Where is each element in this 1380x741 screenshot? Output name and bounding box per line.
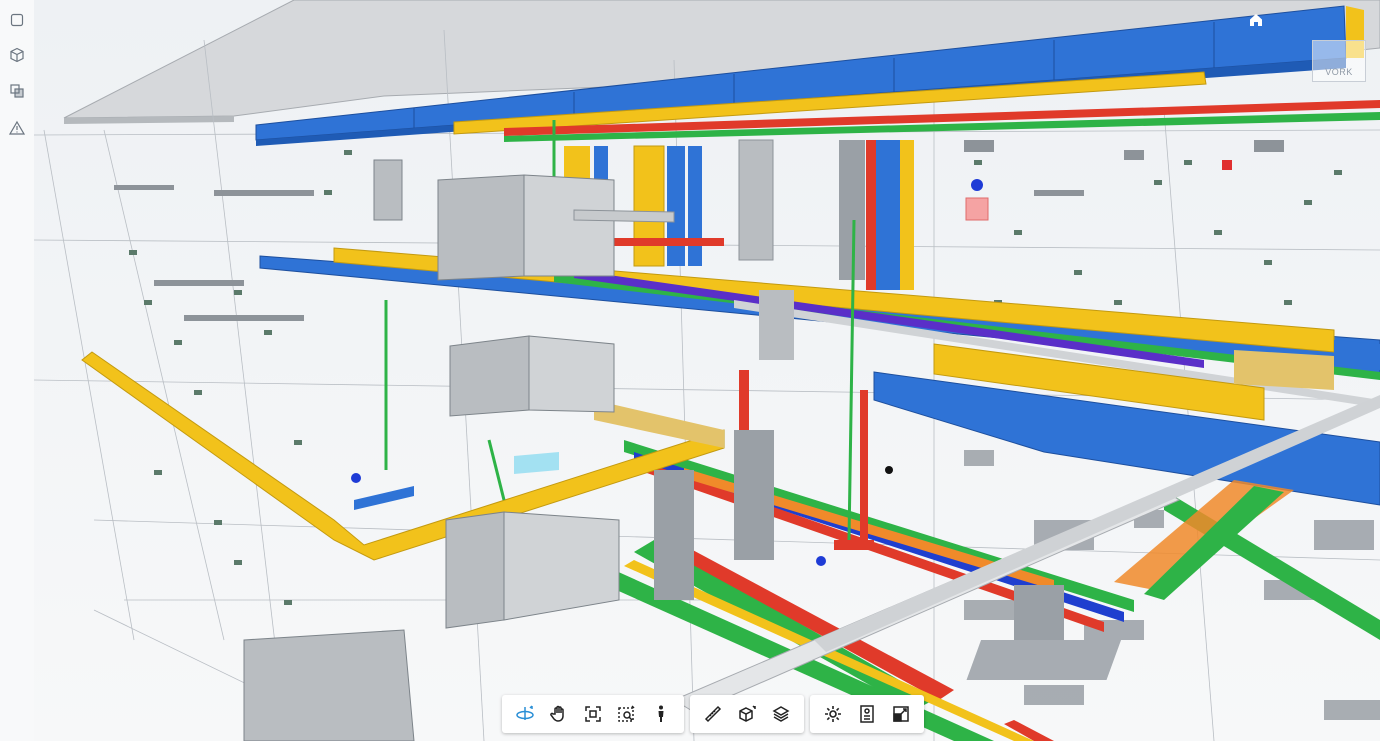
stacked-views-icon[interactable] (7, 81, 27, 101)
home-view-icon[interactable] (1248, 12, 1264, 28)
3d-model-viewport[interactable] (34, 0, 1380, 741)
view-settings-group (810, 695, 924, 733)
section-analysis-icon[interactable] (730, 697, 764, 731)
logo: VORK (1312, 40, 1366, 82)
orbit-icon[interactable] (508, 697, 542, 731)
properties-icon[interactable] (850, 697, 884, 731)
cyan-fitting (514, 452, 559, 474)
bottom-toolbar (502, 695, 924, 733)
left-cable-tray (81, 351, 725, 561)
fit-to-view-icon[interactable] (576, 697, 610, 731)
zoom-window-icon[interactable] (610, 697, 644, 731)
logo-text: VORK (1325, 67, 1353, 77)
settings-gear-icon[interactable] (816, 697, 850, 731)
section-cube-icon[interactable] (7, 45, 27, 65)
warning-triangle-icon[interactable] (7, 118, 27, 138)
measure-icon[interactable] (696, 697, 730, 731)
analysis-tools-group (690, 695, 804, 733)
left-toolbar (0, 0, 35, 741)
full-screen-icon[interactable] (884, 697, 918, 731)
cube-outline-icon[interactable] (7, 10, 27, 30)
pan-hand-icon[interactable] (542, 697, 576, 731)
layers-icon[interactable] (764, 697, 798, 731)
first-person-icon[interactable] (644, 697, 678, 731)
navigation-tools-group (502, 695, 684, 733)
